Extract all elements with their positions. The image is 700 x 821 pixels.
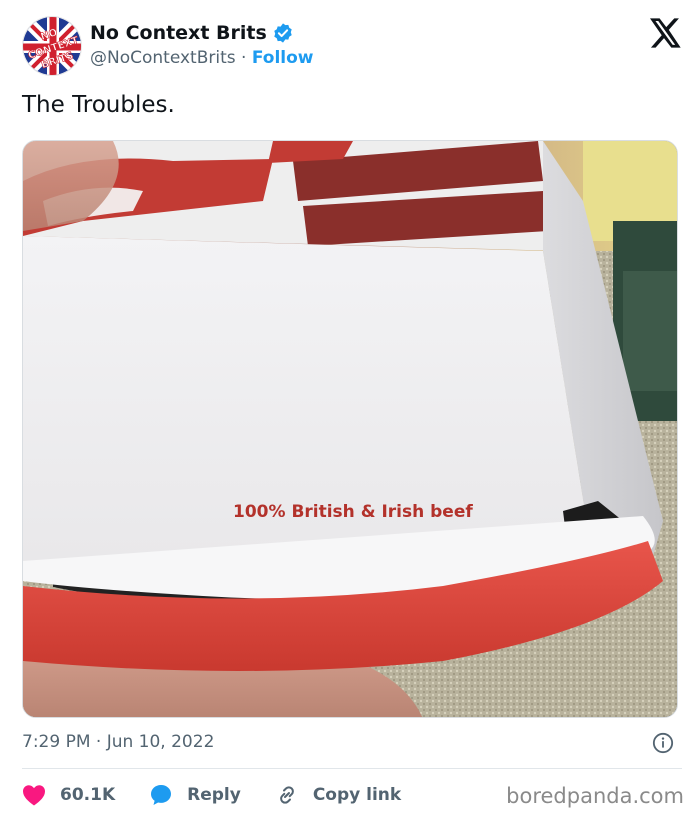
watermark: boredpanda.com [506, 784, 684, 808]
copy-link-label: Copy link [312, 785, 402, 805]
display-name[interactable]: No Context Brits [90, 22, 267, 44]
divider [22, 768, 682, 769]
verified-badge-icon [274, 23, 292, 43]
info-icon[interactable] [652, 732, 674, 754]
tweet-timestamp[interactable]: 7:29 PM · Jun 10, 2022 [22, 732, 214, 752]
reply-label: Reply [187, 785, 241, 805]
reply-button[interactable]: Reply [149, 783, 241, 807]
tweet-photo[interactable]: 100% British & Irish beef [22, 140, 678, 718]
copy-link-button[interactable]: Copy link [275, 783, 401, 807]
handle[interactable]: @NoContextBrits [90, 48, 236, 68]
like-button[interactable]: 60.1K [22, 783, 115, 807]
reply-bubble-icon [151, 785, 172, 805]
action-bar: 60.1K Reply Copy link [22, 780, 435, 810]
box-printed-text: 100% British & Irish beef [233, 502, 473, 522]
link-icon [279, 786, 294, 804]
heart-icon [23, 785, 45, 806]
separator-dot: · [235, 48, 252, 68]
tweet-header: NO CONTEXT BRITS No Context Brits @NoCon… [22, 14, 682, 78]
follow-button[interactable]: Follow [252, 48, 314, 68]
avatar[interactable]: NO CONTEXT BRITS [22, 16, 82, 76]
like-count: 60.1K [60, 785, 116, 805]
x-logo-icon[interactable] [650, 18, 682, 48]
tweet-text: The Troubles. [22, 92, 175, 118]
